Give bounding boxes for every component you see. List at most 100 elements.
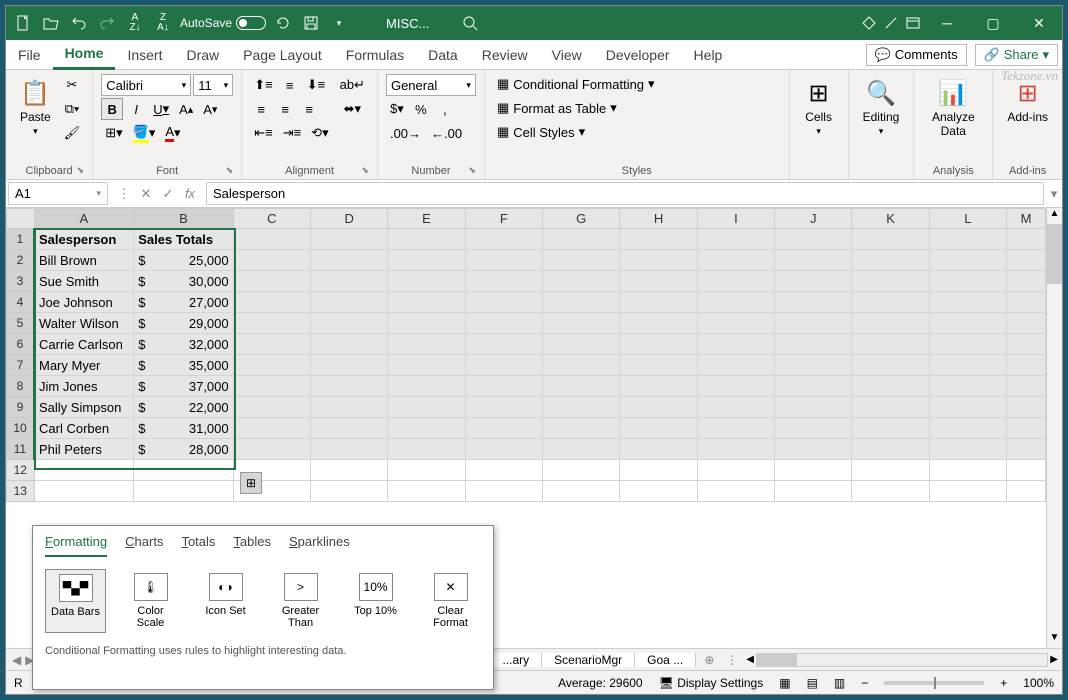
cell-M5[interactable] [1007, 313, 1046, 334]
col-header-B[interactable]: B [134, 209, 233, 229]
cell-G4[interactable] [542, 292, 619, 313]
scroll-right-icon[interactable]: ▶ [1050, 654, 1058, 665]
cell-H12[interactable] [620, 460, 697, 481]
cell-D8[interactable] [310, 376, 387, 397]
cell-G10[interactable] [542, 418, 619, 439]
tab-data[interactable]: Data [416, 40, 470, 70]
align-top-button[interactable]: ⬆≡ [250, 74, 276, 96]
font-size-select[interactable]: 11▾ [193, 74, 233, 96]
cell-B1[interactable]: Sales Totals [134, 229, 233, 250]
cell-L9[interactable] [929, 397, 1006, 418]
tab-review[interactable]: Review [470, 40, 540, 70]
cell-D11[interactable] [310, 439, 387, 460]
cell-M8[interactable] [1007, 376, 1046, 397]
cell-K6[interactable] [852, 334, 929, 355]
cell-I4[interactable] [697, 292, 774, 313]
percent-button[interactable]: % [410, 98, 432, 120]
window-icon[interactable] [902, 12, 924, 34]
cell-C2[interactable] [233, 250, 310, 271]
cell-B3[interactable]: $30,000 [134, 271, 233, 292]
cell-J7[interactable] [775, 355, 852, 376]
cell-E11[interactable] [388, 439, 465, 460]
col-header-D[interactable]: D [310, 209, 387, 229]
cell-I1[interactable] [697, 229, 774, 250]
analyze-data-button[interactable]: 📊Analyze Data [922, 74, 984, 142]
alignment-launcher-icon[interactable]: ⬊ [361, 165, 369, 176]
scroll-left-icon[interactable]: ◀ [746, 654, 754, 665]
cell-styles-button[interactable]: ▦ Cell Styles ▾ [493, 122, 589, 142]
cell-J5[interactable] [775, 313, 852, 334]
cell-K5[interactable] [852, 313, 929, 334]
cell-K8[interactable] [852, 376, 929, 397]
cell-K13[interactable] [852, 481, 929, 502]
vertical-scrollbar[interactable] [1047, 224, 1062, 632]
col-header-I[interactable]: I [697, 209, 774, 229]
qa-item-color-scale[interactable]: 🌡Color Scale [120, 569, 181, 633]
increase-decimal-button[interactable]: .00→ [386, 122, 425, 144]
new-file-icon[interactable] [12, 12, 34, 34]
copy-button[interactable]: ⧉▾ [60, 98, 85, 120]
row-header-11[interactable]: 11 [7, 439, 35, 460]
view-layout-icon[interactable]: ▤ [807, 676, 818, 690]
tab-home[interactable]: Home [53, 40, 116, 70]
cell-F12[interactable] [465, 460, 542, 481]
cell-C9[interactable] [233, 397, 310, 418]
decrease-font-button[interactable]: A▾ [199, 98, 221, 120]
cell-I12[interactable] [697, 460, 774, 481]
row-header-6[interactable]: 6 [7, 334, 35, 355]
cell-E6[interactable] [388, 334, 465, 355]
wrap-text-button[interactable]: ab↵ [336, 74, 369, 96]
cell-L1[interactable] [929, 229, 1006, 250]
cell-I13[interactable] [697, 481, 774, 502]
sort-desc-icon[interactable]: ZA↓ [152, 12, 174, 34]
col-header-L[interactable]: L [929, 209, 1006, 229]
cell-D1[interactable] [310, 229, 387, 250]
tab-file[interactable]: File [6, 40, 53, 70]
cell-B7[interactable]: $35,000 [134, 355, 233, 376]
cell-J1[interactable] [775, 229, 852, 250]
italic-button[interactable]: I [125, 98, 147, 120]
cell-G6[interactable] [542, 334, 619, 355]
paste-button[interactable]: 📋 Paste▾ [14, 74, 57, 141]
cell-D6[interactable] [310, 334, 387, 355]
cell-A13[interactable] [34, 481, 134, 502]
sheet-tab[interactable]: Goa ... [635, 653, 696, 667]
qa-tab-totals[interactable]: Totals [181, 534, 215, 557]
cell-A2[interactable]: Bill Brown [34, 250, 134, 271]
cell-A8[interactable]: Jim Jones [34, 376, 134, 397]
tab-insert[interactable]: Insert [115, 40, 174, 70]
qat-more-icon[interactable]: ▾ [328, 12, 350, 34]
underline-button[interactable]: U▾ [149, 98, 173, 120]
cell-D3[interactable] [310, 271, 387, 292]
col-header-F[interactable]: F [465, 209, 542, 229]
qa-item-greater-than[interactable]: >Greater Than [270, 569, 331, 633]
cell-C8[interactable] [233, 376, 310, 397]
new-sheet-button[interactable]: ⊕ [696, 653, 722, 667]
cell-L11[interactable] [929, 439, 1006, 460]
cell-B13[interactable] [134, 481, 233, 502]
cell-M1[interactable] [1007, 229, 1046, 250]
save-icon[interactable] [300, 12, 322, 34]
row-header-10[interactable]: 10 [7, 418, 35, 439]
cell-K1[interactable] [852, 229, 929, 250]
number-format-select[interactable]: General▾ [386, 74, 476, 96]
comma-button[interactable]: , [434, 98, 456, 120]
cell-H13[interactable] [620, 481, 697, 502]
cell-D10[interactable] [310, 418, 387, 439]
minimize-button[interactable]: ─ [924, 6, 970, 40]
number-launcher-icon[interactable]: ⬊ [468, 165, 476, 176]
cell-D13[interactable] [310, 481, 387, 502]
cell-E12[interactable] [388, 460, 465, 481]
cell-J4[interactable] [775, 292, 852, 313]
cell-L4[interactable] [929, 292, 1006, 313]
borders-button[interactable]: ⊞▾ [101, 122, 126, 144]
cell-G7[interactable] [542, 355, 619, 376]
cell-M2[interactable] [1007, 250, 1046, 271]
cell-F7[interactable] [465, 355, 542, 376]
cell-G5[interactable] [542, 313, 619, 334]
row-header-9[interactable]: 9 [7, 397, 35, 418]
expand-formula-icon[interactable]: ▾ [1046, 180, 1062, 207]
cell-G13[interactable] [542, 481, 619, 502]
cell-F6[interactable] [465, 334, 542, 355]
cell-B8[interactable]: $37,000 [134, 376, 233, 397]
